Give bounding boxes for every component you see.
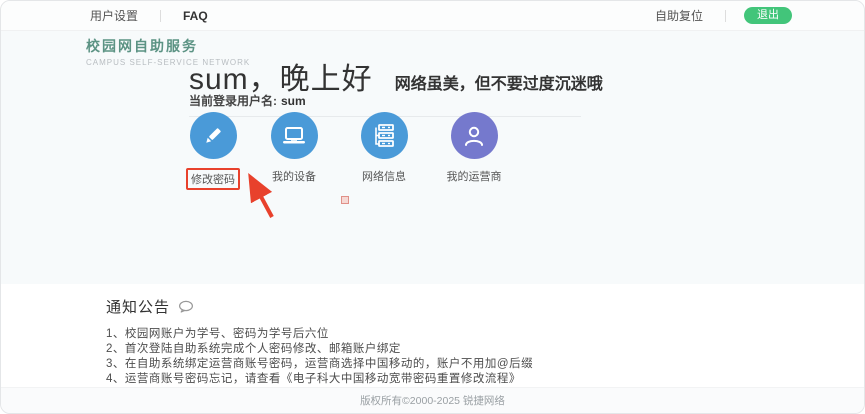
app-window: 用户设置 FAQ 自助复位 退出 校园网自助服务 CAMPUS SELF-SER…: [0, 0, 865, 414]
footer: 版权所有©2000-2025 锐捷网络: [1, 387, 864, 413]
navbar-divider: [725, 10, 726, 22]
nav-item-self-reset[interactable]: 自助复位: [651, 7, 707, 24]
notice-section: 通知公告 1、校园网账户为学号、密码为学号后六位 2、首次登陆自助系统完成个人密…: [1, 284, 864, 389]
broken-image-marker: [341, 196, 349, 204]
navbar-right-group: 自助复位 退出: [651, 7, 792, 24]
notice-item: 4、运营商账号密码忘记，请查看《电子科大中国移动宽带密码重置修改流程》: [106, 372, 533, 387]
shortcut-label: 网络信息: [362, 168, 406, 184]
notice-item: 2、首次登陆自助系统完成个人密码修改、邮箱账户绑定: [106, 342, 533, 357]
brand-title: 校园网自助服务: [86, 36, 250, 56]
nav-item-user-settings[interactable]: 用户设置: [86, 7, 142, 24]
main-section: 校园网自助服务 CAMPUS SELF-SERVICE NETWORK sum，…: [1, 32, 864, 284]
current-user-label: 当前登录用户名:: [189, 94, 277, 108]
notice-list: 1、校园网账户为学号、密码为学号后六位 2、首次登陆自助系统完成个人密码修改、邮…: [106, 327, 533, 387]
speech-bubble-icon: [178, 300, 194, 314]
notice-title: 通知公告: [106, 296, 170, 317]
shortcut-change-password[interactable]: 修改密码: [178, 112, 248, 190]
logout-button[interactable]: 退出: [744, 7, 792, 24]
shortcut-label: 我的运营商: [447, 168, 502, 184]
current-user-value: sum: [281, 94, 306, 108]
shortcut-my-carrier[interactable]: 我的运营商: [439, 112, 509, 185]
navbar-left-group: 用户设置 FAQ: [86, 7, 212, 24]
notice-item: 1、校园网账户为学号、密码为学号后六位: [106, 327, 533, 342]
shortcut-network-info[interactable]: 网络信息: [349, 112, 419, 185]
person-icon: [451, 112, 498, 159]
notice-item: 3、在自助系统绑定运营商账号密码，运营商选择中国移动的，账户不用加@后缀: [106, 357, 533, 372]
laptop-icon: [271, 112, 318, 159]
notice-header: 通知公告: [106, 296, 194, 317]
copyright-text: 版权所有©2000-2025 锐捷网络: [360, 393, 505, 408]
nav-item-faq[interactable]: FAQ: [179, 9, 212, 23]
navbar-divider: [160, 10, 161, 22]
server-icon: [361, 112, 408, 159]
shortcut-label: 修改密码: [186, 168, 240, 190]
greeting-tip: 网络虽美，但不要过度沉迷哦: [395, 70, 603, 94]
annotation-arrow: [239, 170, 281, 222]
top-navbar: 用户设置 FAQ 自助复位 退出: [1, 1, 864, 31]
pencil-icon: [190, 112, 237, 159]
